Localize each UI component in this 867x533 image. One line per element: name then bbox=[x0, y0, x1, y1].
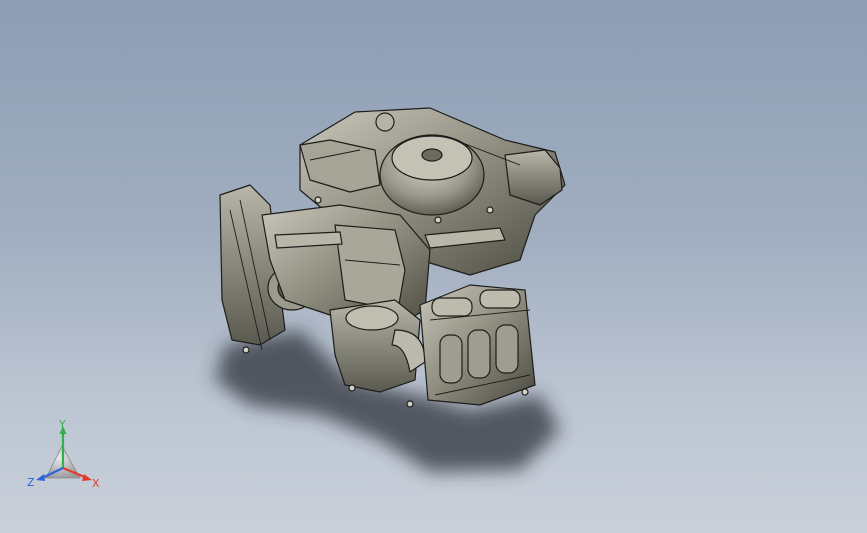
center-tube[interactable] bbox=[334, 224, 406, 311]
top-gear[interactable] bbox=[375, 112, 395, 132]
drum-hub bbox=[421, 148, 443, 162]
front-cap-2 bbox=[479, 289, 521, 309]
x-axis-label: X bbox=[92, 477, 100, 490]
graphics-viewport[interactable]: Y X Z bbox=[0, 0, 867, 533]
z-axis-arrow bbox=[36, 474, 45, 481]
front-cap-1 bbox=[431, 297, 473, 317]
z-axis-label: Z bbox=[27, 476, 35, 489]
front-cylinder-2[interactable] bbox=[467, 329, 491, 379]
y-axis-label: Y bbox=[58, 418, 66, 431]
3d-model-view[interactable] bbox=[0, 0, 867, 533]
x-axis-arrow bbox=[82, 474, 92, 481]
front-cylinder-1[interactable] bbox=[439, 334, 463, 384]
bottom-housing-top bbox=[345, 305, 399, 331]
front-cylinder-3[interactable] bbox=[495, 324, 519, 374]
orientation-triad: Y X Z bbox=[27, 418, 100, 490]
